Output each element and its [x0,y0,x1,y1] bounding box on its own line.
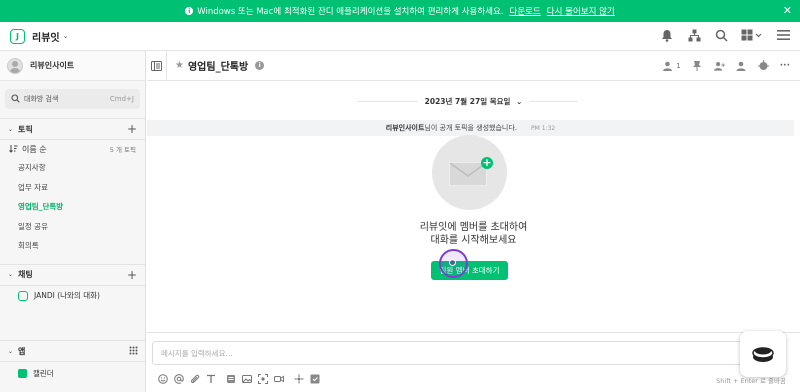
pin-icon[interactable] [692,60,703,71]
sidebar-item-notice[interactable]: 공지사항 [0,158,145,178]
jandi-logo-icon: J [10,28,25,44]
search-icon[interactable] [714,28,728,42]
search-input[interactable]: 대화방 검색 Cmd+J [5,89,140,109]
system-time: PM 1:32 [531,124,556,132]
dm-jandi[interactable]: JANDI (나와의 대화) [0,286,145,306]
caret-down-icon[interactable]: ⌄ [8,271,13,278]
message-input[interactable]: 메시지를 입력하세요... [152,341,742,365]
add-topic-icon[interactable]: + [127,122,137,136]
room-title: 영업팀_단톡방 [187,62,249,73]
profile-name[interactable]: 리뷰인사이트 [30,60,74,71]
screen-capture-icon[interactable] [257,373,268,384]
sidebar-item-work-files[interactable]: 업무 자료 [0,178,145,198]
close-icon[interactable]: ✕ [783,4,792,17]
caret-down-icon[interactable]: ⌄ [8,348,13,355]
topics-section-header[interactable]: ⌄ 토픽 + [0,119,145,139]
message-composer: 메시지를 입력하세요... Shift + Enter 로 줄바꿈 [147,332,800,392]
attach-icon[interactable] [189,373,200,384]
poll-icon[interactable] [293,373,304,384]
star-icon[interactable]: ★ [175,60,184,71]
mention-icon[interactable] [173,373,184,384]
org-chart-icon[interactable] [687,28,701,42]
menu-icon[interactable] [776,28,790,42]
bell-icon[interactable] [660,28,674,42]
sidebar: 리뷰인사이트 대화방 검색 Cmd+J ⌄ 토픽 + 이름 순 5 개 토픽 공… [0,51,146,392]
composer-toolbar [157,373,320,384]
banner-message: Windows 또는 Mac에 최적화된 잔디 애플리케이션을 설치하여 편리하… [197,7,504,17]
add-chat-icon[interactable]: + [127,268,137,282]
system-message: 리뷰인사이트 님이 공개 토픽을 생성했습니다. PM 1:32 [147,120,794,136]
members-icon[interactable] [662,60,673,71]
caret-down-icon[interactable]: ⌄ [8,126,13,133]
member-count[interactable]: 1 [676,62,680,70]
sort-label[interactable]: 이름 순 [22,144,110,155]
todo-icon[interactable] [309,373,320,384]
panel-toggle-icon[interactable] [147,50,167,81]
dm-label[interactable]: JANDI (나와의 대화) [34,290,100,301]
profile[interactable]: 리뷰인사이트 [0,51,145,81]
video-icon[interactable] [273,373,284,384]
date-chip[interactable]: 2023년 7월 27일 목요일 ⌄ [416,95,531,107]
top-bar: J 리뷰잇 ⌄ [0,22,800,51]
invite-prompt: 리뷰잇에 멤버를 초대하여 대화를 시작해보세요 [147,221,800,247]
team-name[interactable]: 리뷰잇 [32,29,60,44]
emoji-icon[interactable] [157,373,168,384]
chat-section-header[interactable]: ⌄ 채팅 + [0,265,145,285]
calendar-icon [18,368,27,378]
text-format-icon[interactable] [205,373,216,384]
sort-icon [9,144,18,155]
cursor-dot [449,259,456,266]
more-icon[interactable]: ··· [780,61,790,71]
chat-title: 채팅 [18,270,33,279]
message-placeholder: 메시지를 입력하세요... [161,348,233,358]
app-section: ⌄ 앱 캘린더 [0,340,146,384]
search-label: 대화방 검색 [24,95,59,103]
dismiss-link[interactable]: 다시 물어보지 않기 [547,5,615,17]
topic-sort-row[interactable]: 이름 순 5 개 토픽 [0,140,145,158]
sidebar-item-schedule[interactable]: 일정 공유 [0,217,145,237]
system-text: 님이 공개 토픽을 생성했습니다. [424,124,518,132]
calendar-app[interactable]: 캘린더 [0,362,146,384]
topics-title: 토픽 [18,124,33,134]
info-icon[interactable]: i [255,61,265,70]
sidebar-item-sales-team[interactable]: 영업팀_단톡방 [0,197,145,217]
grid-icon[interactable] [741,28,763,42]
jandi-bot-icon [18,290,28,301]
prompt-line-2: 대화를 시작해보세요 [430,235,517,246]
date-label[interactable]: 2023년 7월 27일 목요일 [425,97,511,106]
calendar-label[interactable]: 캘린더 [33,368,54,379]
date-line-left [357,101,417,102]
chevron-down-icon[interactable]: ⌄ [516,97,522,106]
add-member-icon[interactable] [713,60,725,71]
app-section-header[interactable]: ⌄ 앱 [0,341,146,361]
stack-icon [752,347,774,362]
chevron-down-icon[interactable]: ⌄ [63,32,69,40]
user-settings-icon[interactable] [736,60,747,71]
app-grid-icon[interactable] [129,346,138,357]
topic-count: 5 개 토픽 [109,146,136,154]
chat-header: ★ 영업팀_단톡방 i 1 ··· [147,50,800,81]
date-separator: 2023년 7월 27일 목요일 ⌄ [147,94,800,108]
avatar[interactable] [7,57,23,74]
sidebar-item-minutes[interactable]: 회의록 [0,236,145,256]
file-icon[interactable] [225,373,236,384]
bot-icon[interactable] [757,60,769,71]
plus-badge-icon: + [481,156,493,169]
prompt-line-1: 리뷰잇에 멤버를 초대하여 [419,222,528,233]
search-shortcut: Cmd+J [109,95,134,103]
app-title: 앱 [18,346,26,356]
image-icon[interactable] [241,373,252,384]
install-banner: i Windows 또는 Mac에 최적화된 잔디 애플리케이션을 설치하여 편… [0,0,800,22]
info-icon: i [185,7,194,15]
system-author: 리뷰인사이트 [385,124,425,132]
download-link[interactable]: 다운로드 [510,5,541,17]
search-icon [11,93,20,105]
invite-illustration: + [432,135,507,210]
floating-app-button[interactable] [740,331,786,377]
message-area: 2023년 7월 27일 목요일 ⌄ 리뷰인사이트 님이 공개 토픽을 생성했습… [147,82,800,332]
